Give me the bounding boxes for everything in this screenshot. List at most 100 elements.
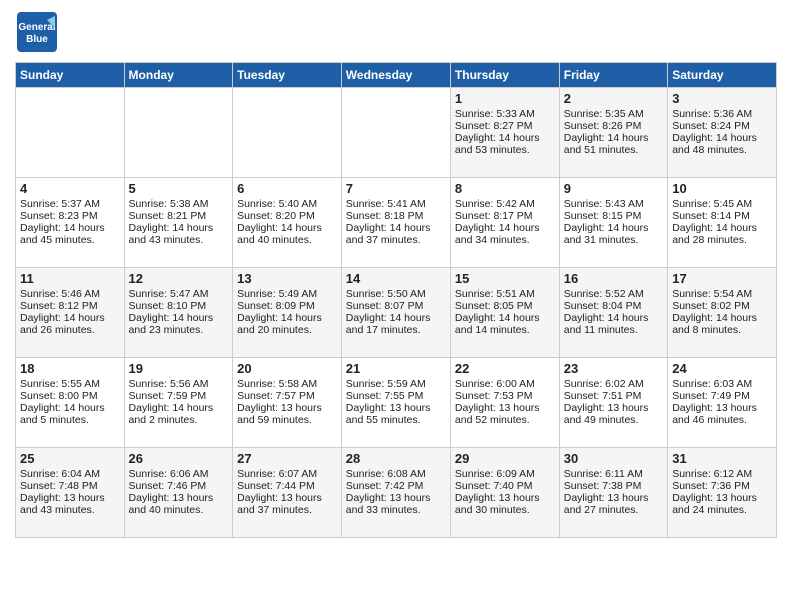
day-info: Sunset: 8:07 PM bbox=[346, 300, 446, 312]
day-info: Sunset: 7:40 PM bbox=[455, 480, 555, 492]
calendar-cell: 29Sunrise: 6:09 AMSunset: 7:40 PMDayligh… bbox=[450, 448, 559, 538]
day-number: 9 bbox=[564, 181, 663, 196]
day-info: Sunset: 7:42 PM bbox=[346, 480, 446, 492]
calendar-week-5: 25Sunrise: 6:04 AMSunset: 7:48 PMDayligh… bbox=[16, 448, 777, 538]
logo-icon: General Blue bbox=[15, 10, 59, 54]
day-info: Sunrise: 5:43 AM bbox=[564, 198, 663, 210]
day-info: Sunset: 7:46 PM bbox=[129, 480, 229, 492]
calendar-table: SundayMondayTuesdayWednesdayThursdayFrid… bbox=[15, 62, 777, 538]
day-info: Sunset: 8:05 PM bbox=[455, 300, 555, 312]
day-info: Daylight: 14 hours bbox=[20, 222, 120, 234]
day-info: Sunrise: 5:58 AM bbox=[237, 378, 337, 390]
calendar-cell bbox=[16, 88, 125, 178]
day-number: 24 bbox=[672, 361, 772, 376]
calendar-cell: 8Sunrise: 5:42 AMSunset: 8:17 PMDaylight… bbox=[450, 178, 559, 268]
day-info: Daylight: 13 hours bbox=[129, 492, 229, 504]
day-info: Daylight: 14 hours bbox=[129, 402, 229, 414]
day-info: and 34 minutes. bbox=[455, 234, 555, 246]
day-info: and 55 minutes. bbox=[346, 414, 446, 426]
day-info: and 59 minutes. bbox=[237, 414, 337, 426]
day-number: 23 bbox=[564, 361, 663, 376]
day-info: Daylight: 14 hours bbox=[564, 222, 663, 234]
day-number: 7 bbox=[346, 181, 446, 196]
day-number: 16 bbox=[564, 271, 663, 286]
calendar-cell: 26 Sunrise: 6:06 AMSunset: 7:46 PMDayligh… bbox=[124, 448, 233, 538]
day-info: Sunrise: 5:45 AM bbox=[672, 198, 772, 210]
day-number: 6 bbox=[237, 181, 337, 196]
day-info: Sunrise: 6:08 AM bbox=[346, 468, 446, 480]
day-info: and 23 minutes. bbox=[129, 324, 229, 336]
day-info: Daylight: 13 hours bbox=[237, 402, 337, 414]
calendar-cell: 30Sunrise: 6:11 AMSunset: 7:38 PMDayligh… bbox=[559, 448, 667, 538]
day-number: 22 bbox=[455, 361, 555, 376]
day-number: 8 bbox=[455, 181, 555, 196]
day-number: 11 bbox=[20, 271, 120, 286]
day-info: Sunrise: 5:35 AM bbox=[564, 108, 663, 120]
day-info: Sunrise: 5:36 AM bbox=[672, 108, 772, 120]
day-info: and 46 minutes. bbox=[672, 414, 772, 426]
day-info: Daylight: 14 hours bbox=[129, 222, 229, 234]
day-info: Sunset: 7:57 PM bbox=[237, 390, 337, 402]
day-info: Sunrise: 6:07 AM bbox=[237, 468, 337, 480]
day-info: Sunset: 8:04 PM bbox=[564, 300, 663, 312]
day-number: 13 bbox=[237, 271, 337, 286]
calendar-week-2: 4Sunrise: 5:37 AMSunset: 8:23 PMDaylight… bbox=[16, 178, 777, 268]
calendar-cell: 21Sunrise: 5:59 AMSunset: 7:55 PMDayligh… bbox=[341, 358, 450, 448]
weekday-header-row: SundayMondayTuesdayWednesdayThursdayFrid… bbox=[16, 63, 777, 88]
day-number: 18 bbox=[20, 361, 120, 376]
day-info: and 40 minutes. bbox=[237, 234, 337, 246]
day-info: Sunset: 8:17 PM bbox=[455, 210, 555, 222]
day-info: and 31 minutes. bbox=[564, 234, 663, 246]
calendar-cell: 17 Sunrise: 5:54 AMSunset: 8:02 PMDayligh… bbox=[668, 268, 777, 358]
day-info: and 8 minutes. bbox=[672, 324, 772, 336]
day-info: Sunset: 8:15 PM bbox=[564, 210, 663, 222]
day-info: and 28 minutes. bbox=[672, 234, 772, 246]
day-info: Sunrise: 5:54 AM bbox=[672, 288, 772, 300]
day-info: Sunrise: 6:12 AM bbox=[672, 468, 772, 480]
day-info: and 5 minutes. bbox=[20, 414, 120, 426]
day-info: Daylight: 14 hours bbox=[564, 312, 663, 324]
day-info: Daylight: 14 hours bbox=[455, 132, 555, 144]
day-info: Sunrise: 6:04 AM bbox=[20, 468, 120, 480]
day-info: and 33 minutes. bbox=[346, 504, 446, 516]
day-info: Sunset: 7:48 PM bbox=[20, 480, 120, 492]
day-info: Daylight: 13 hours bbox=[564, 402, 663, 414]
day-info: Daylight: 14 hours bbox=[346, 222, 446, 234]
calendar-cell: 6Sunrise: 5:40 AMSunset: 8:20 PMDaylight… bbox=[233, 178, 342, 268]
day-number: 17 bbox=[672, 271, 772, 286]
day-info: Sunset: 8:20 PM bbox=[237, 210, 337, 222]
day-info: Sunrise: 6:11 AM bbox=[564, 468, 663, 480]
weekday-thursday: Thursday bbox=[450, 63, 559, 88]
day-info: Daylight: 14 hours bbox=[672, 312, 772, 324]
day-info: and 45 minutes. bbox=[20, 234, 120, 246]
day-info: and 17 minutes. bbox=[346, 324, 446, 336]
day-info: and 14 minutes. bbox=[455, 324, 555, 336]
day-info: Sunrise: 5:37 AM bbox=[20, 198, 120, 210]
day-info: Sunrise: 5:38 AM bbox=[129, 198, 229, 210]
day-info: Sunrise: 5:41 AM bbox=[346, 198, 446, 210]
day-info: Sunrise: 6:03 AM bbox=[672, 378, 772, 390]
day-info: and 37 minutes. bbox=[237, 504, 337, 516]
weekday-saturday: Saturday bbox=[668, 63, 777, 88]
calendar-cell: 9 Sunrise: 5:43 AMSunset: 8:15 PMDaylight… bbox=[559, 178, 667, 268]
day-number: 26 bbox=[129, 451, 229, 466]
day-info: Sunset: 8:26 PM bbox=[564, 120, 663, 132]
day-info: Sunset: 8:21 PM bbox=[129, 210, 229, 222]
day-info: and 11 minutes. bbox=[564, 324, 663, 336]
day-info: Daylight: 13 hours bbox=[237, 492, 337, 504]
day-info: and 48 minutes. bbox=[672, 144, 772, 156]
day-info: and 49 minutes. bbox=[564, 414, 663, 426]
day-number: 4 bbox=[20, 181, 120, 196]
day-info: Sunset: 8:02 PM bbox=[672, 300, 772, 312]
day-number: 20 bbox=[237, 361, 337, 376]
calendar-cell: 7Sunrise: 5:41 AMSunset: 8:18 PMDaylight… bbox=[341, 178, 450, 268]
day-info: Sunrise: 6:02 AM bbox=[564, 378, 663, 390]
calendar-cell: 27Sunrise: 6:07 AMSunset: 7:44 PMDayligh… bbox=[233, 448, 342, 538]
day-info: Daylight: 14 hours bbox=[237, 222, 337, 234]
day-info: Sunrise: 6:06 AM bbox=[129, 468, 229, 480]
calendar-cell: 22Sunrise: 6:00 AMSunset: 7:53 PMDayligh… bbox=[450, 358, 559, 448]
day-info: Sunrise: 5:55 AM bbox=[20, 378, 120, 390]
day-number: 1 bbox=[455, 91, 555, 106]
day-info: and 26 minutes. bbox=[20, 324, 120, 336]
day-info: Sunset: 7:53 PM bbox=[455, 390, 555, 402]
